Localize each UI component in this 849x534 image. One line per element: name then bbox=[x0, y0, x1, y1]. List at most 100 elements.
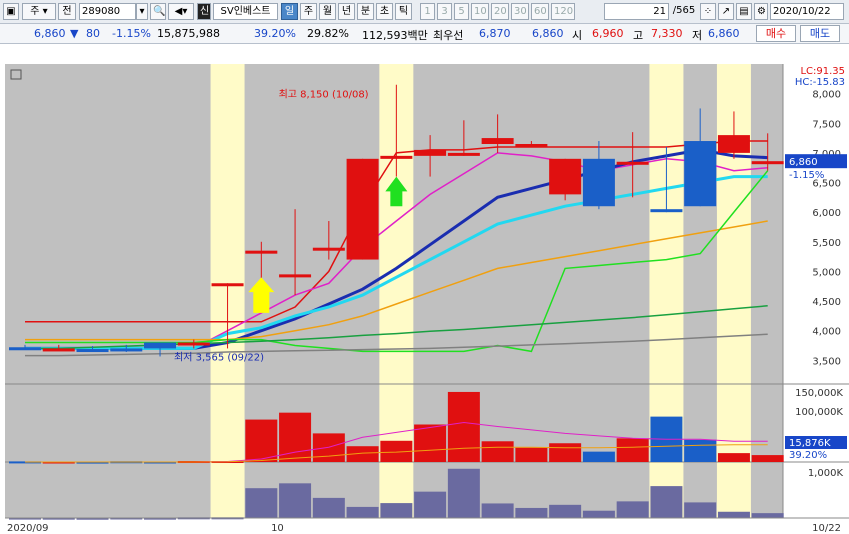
trade-value: 112,593백만 bbox=[362, 29, 428, 42]
interval-button-120[interactable]: 120 bbox=[551, 3, 575, 20]
candle-body-11 bbox=[380, 155, 413, 159]
volume-bar-14 bbox=[481, 441, 514, 462]
sub-bar-7 bbox=[245, 488, 278, 518]
stock-name: SV인베스트 bbox=[213, 3, 278, 20]
interval-button-3[interactable]: 3 bbox=[437, 3, 452, 20]
period-tab-1[interactable]: 주 bbox=[300, 3, 317, 20]
interval-button-10[interactable]: 10 bbox=[471, 3, 489, 20]
sub-bar-19 bbox=[650, 486, 683, 518]
sell-button[interactable]: 매도 bbox=[800, 25, 840, 42]
period-tab-3[interactable]: 년 bbox=[338, 3, 355, 20]
sub-bar-18 bbox=[616, 501, 649, 518]
sub-bar-17 bbox=[582, 510, 615, 518]
period-tab-6[interactable]: 틱 bbox=[395, 3, 412, 20]
toolbar: ▣ 주 ▾ 전 289080 ▾ 🔍 ◀▾ 신 SV인베스트 일주월년분초틱13… bbox=[0, 0, 849, 24]
high-label: 고 bbox=[633, 29, 644, 42]
low-label: 저 bbox=[692, 29, 703, 42]
open-label: 시 bbox=[572, 29, 583, 42]
vol-tag: 15,876K bbox=[789, 438, 831, 449]
volume: 15,875,988 bbox=[157, 27, 220, 40]
market-select[interactable]: 주 ▾ bbox=[22, 3, 56, 20]
quote-bar: 6,860 ▼ 80 -1.15% 15,875,988 39.20% 29.8… bbox=[0, 24, 849, 44]
save-icon[interactable]: ▤ bbox=[736, 3, 752, 20]
candle-body-12 bbox=[414, 149, 447, 156]
gear-icon[interactable]: ⚙ bbox=[754, 3, 768, 20]
x-label-0: 2020/09 bbox=[7, 523, 49, 534]
price-tick-0: 3,500 bbox=[812, 356, 841, 367]
count-input[interactable]: 21 bbox=[604, 3, 669, 20]
interval-button-5[interactable]: 5 bbox=[454, 3, 469, 20]
sub-bar-9 bbox=[312, 497, 345, 518]
grid-icon[interactable]: ⁘ bbox=[700, 3, 716, 20]
chart-menu-icon[interactable]: ▣ bbox=[3, 3, 19, 20]
sub-bar-16 bbox=[549, 504, 582, 518]
candle-body-3 bbox=[110, 348, 143, 352]
sub-bar-15 bbox=[515, 507, 548, 518]
compare-icon[interactable]: ↗ bbox=[718, 3, 734, 20]
sub-bar-22 bbox=[751, 513, 784, 518]
search-icon[interactable]: 🔍 bbox=[150, 3, 166, 20]
lc-label: LC:91.35 bbox=[800, 66, 845, 77]
total-count: /565 bbox=[672, 5, 696, 16]
candle-body-6 bbox=[211, 283, 244, 287]
candle-body-22 bbox=[751, 161, 784, 165]
buy-button[interactable]: 매수 bbox=[756, 25, 796, 42]
price-tick-8: 7,500 bbox=[812, 119, 841, 130]
period-tab-5[interactable]: 초 bbox=[376, 3, 393, 20]
high-price: 7,330 bbox=[651, 27, 683, 40]
candle-body-5 bbox=[177, 342, 210, 346]
interval-button-30[interactable]: 30 bbox=[511, 3, 529, 20]
candle-body-16 bbox=[549, 158, 582, 195]
interval-button-20[interactable]: 20 bbox=[491, 3, 509, 20]
candle-body-18 bbox=[616, 161, 649, 165]
change-pct: -1.15% bbox=[112, 27, 151, 40]
volume-bar-12 bbox=[414, 424, 447, 462]
vol-pct-tag: 39.20% bbox=[789, 450, 827, 461]
stock-chart[interactable]: 3,5004,0004,5005,0005,5006,0006,5007,000… bbox=[0, 44, 849, 534]
sub-bar-14 bbox=[481, 503, 514, 518]
volume-bar-17 bbox=[582, 451, 615, 462]
candle-body-2 bbox=[76, 349, 109, 353]
sub-bar-13 bbox=[447, 468, 480, 518]
bid-price: 6,860 bbox=[532, 27, 564, 40]
candle-body-17 bbox=[582, 158, 615, 207]
volume-bar-20 bbox=[684, 439, 717, 462]
low-note: 최저 3,565 (09/22) bbox=[174, 351, 264, 363]
price-tick-1: 4,000 bbox=[812, 327, 841, 338]
code-dropdown-icon[interactable]: ▾ bbox=[136, 3, 148, 20]
volume-bar-7 bbox=[245, 419, 278, 462]
x-label-1: 10 bbox=[271, 523, 284, 534]
price-tick-4: 5,500 bbox=[812, 238, 841, 249]
best-label: 최우선 bbox=[433, 29, 464, 42]
price-tick-2: 4,500 bbox=[812, 297, 841, 308]
candle-body-4 bbox=[144, 342, 177, 349]
sound-icon[interactable]: ◀▾ bbox=[168, 3, 194, 20]
sub-bar-8 bbox=[279, 483, 312, 518]
ratio-1: 39.20% bbox=[254, 27, 296, 40]
vol-tick-0: 100,000K bbox=[795, 407, 843, 418]
down-arrow-icon: ▼ bbox=[70, 27, 79, 40]
sub-tick-0: 1,000K bbox=[808, 468, 844, 479]
price-pct-tag: -1.15% bbox=[789, 170, 824, 181]
period-tab-4[interactable]: 분 bbox=[357, 3, 374, 20]
current-price: 6,860 bbox=[34, 27, 66, 40]
period-tab-2[interactable]: 월 bbox=[319, 3, 336, 20]
market-label: 주 bbox=[30, 6, 40, 17]
code-input[interactable]: 289080 bbox=[79, 3, 136, 20]
interval-button-60[interactable]: 60 bbox=[531, 3, 549, 20]
period-tab-0[interactable]: 일 bbox=[281, 3, 298, 20]
candle-body-14 bbox=[481, 138, 514, 144]
sub-bar-11 bbox=[380, 503, 413, 518]
candle-body-15 bbox=[515, 144, 548, 147]
interval-button-1[interactable]: 1 bbox=[420, 3, 435, 20]
view-button[interactable]: 전 bbox=[58, 3, 76, 20]
date-input[interactable]: 2020/10/22 bbox=[770, 3, 844, 20]
change-amount: 80 bbox=[86, 27, 100, 40]
volume-bar-18 bbox=[616, 438, 649, 462]
sub-bar-12 bbox=[414, 491, 447, 518]
hc-label: HC:-15.83 bbox=[795, 77, 845, 88]
candle-body-7 bbox=[245, 250, 278, 254]
candle-body-13 bbox=[447, 152, 480, 156]
candle-body-21 bbox=[717, 135, 750, 153]
candle-body-8 bbox=[279, 274, 312, 278]
